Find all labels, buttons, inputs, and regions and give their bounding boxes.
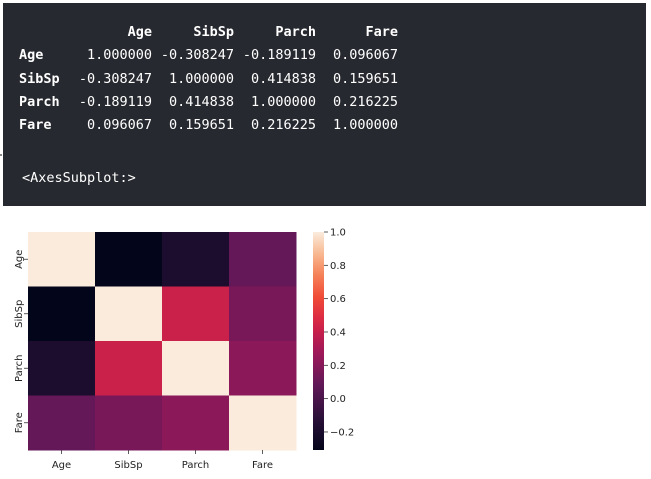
scroll-marker xyxy=(0,154,2,156)
table-cell: 1.000000 xyxy=(332,117,398,134)
table-cell: -0.189119 xyxy=(242,47,316,64)
y-tick-label: Parch xyxy=(14,355,25,382)
row-label: SibSp xyxy=(19,70,60,87)
heatmap-cell xyxy=(95,395,163,451)
heatmap-cell xyxy=(162,286,230,342)
column-header-fare: Fare xyxy=(365,24,398,40)
colorbar-tick-label: 0.2 xyxy=(330,361,346,372)
colorbar-tick-label: 1.0 xyxy=(330,228,346,239)
table-cell: 1.000000 xyxy=(86,47,152,64)
row-label: Parch xyxy=(19,93,60,110)
table-cell: 0.159651 xyxy=(332,70,398,87)
heatmap-cell xyxy=(95,341,163,396)
table-cell: 1.000000 xyxy=(250,93,316,110)
heatmap-cell xyxy=(28,341,96,396)
table-cell: 0.414838 xyxy=(168,93,234,110)
colorbar-tick-label: 0.0 xyxy=(330,394,346,405)
y-tick-label: Fare xyxy=(14,412,25,433)
x-tick-label: Parch xyxy=(182,460,209,471)
heatmap-cell xyxy=(229,341,297,396)
colorbar-tick-label: 0.8 xyxy=(330,261,346,272)
table-header-row: Age SibSp Parch Fare xyxy=(19,21,398,44)
column-header-age: Age xyxy=(127,24,152,40)
table-cell: 0.216225 xyxy=(250,117,316,134)
colorbar-tick-label: −0.2 xyxy=(330,427,354,438)
y-tick-label: SibSp xyxy=(14,300,25,328)
heatmap-cell xyxy=(162,395,230,451)
table-cell: 0.414838 xyxy=(250,70,316,87)
row-label: Age xyxy=(19,47,44,64)
index-header xyxy=(19,21,70,44)
x-tick-label: SibSp xyxy=(114,460,142,471)
heatmap-cell xyxy=(229,395,297,451)
x-tick-label: Age xyxy=(52,460,71,471)
table-row: Fare 0.096067 0.159651 0.216225 1.000000 xyxy=(19,114,398,137)
x-tick-label: Fare xyxy=(252,460,273,471)
heatmap-cell xyxy=(229,286,297,342)
table-cell: 0.096067 xyxy=(86,117,152,134)
table-row: SibSp -0.308247 1.000000 0.414838 0.1596… xyxy=(19,68,398,91)
axes-repr-text: <AxesSubplot:> xyxy=(22,170,136,186)
table-cell: 0.096067 xyxy=(332,47,398,64)
table-cell: -0.308247 xyxy=(160,47,234,64)
colorbar xyxy=(313,232,324,450)
table-row: Age 1.000000 -0.308247 -0.189119 0.09606… xyxy=(19,44,398,67)
heatmap-cell xyxy=(162,341,230,396)
heatmap-cell xyxy=(95,232,163,287)
table-cell: 0.159651 xyxy=(168,117,234,134)
heatmap-cell xyxy=(162,232,230,287)
table-cell: 0.216225 xyxy=(332,93,398,110)
heatmap-cell xyxy=(95,286,163,342)
colorbar-tick-label: 0.6 xyxy=(330,294,346,305)
heatmap-cell xyxy=(28,395,96,451)
heatmap-cell xyxy=(229,232,297,287)
column-header-parch: Parch xyxy=(275,24,316,40)
output-cell: Age SibSp Parch Fare Age 1.000000 -0.308… xyxy=(3,3,646,206)
correlation-dataframe: Age SibSp Parch Fare Age 1.000000 -0.308… xyxy=(19,21,398,137)
table-cell: -0.308247 xyxy=(78,70,152,87)
correlation-heatmap: Age SibSp Parch Fare Age SibSp Parch Fare 1.0 0.8… xyxy=(14,228,354,472)
table-cell: -0.189119 xyxy=(78,93,152,110)
colorbar-tick-label: 0.4 xyxy=(330,327,346,338)
row-label: Fare xyxy=(19,117,52,134)
table-cell: 1.000000 xyxy=(168,70,234,87)
column-header-sibsp: SibSp xyxy=(193,24,234,40)
table-row: Parch -0.189119 0.414838 1.000000 0.2162… xyxy=(19,91,398,114)
heatmap-cell xyxy=(28,286,96,342)
y-tick-label: Age xyxy=(14,250,25,269)
heatmap-cell xyxy=(28,232,96,287)
